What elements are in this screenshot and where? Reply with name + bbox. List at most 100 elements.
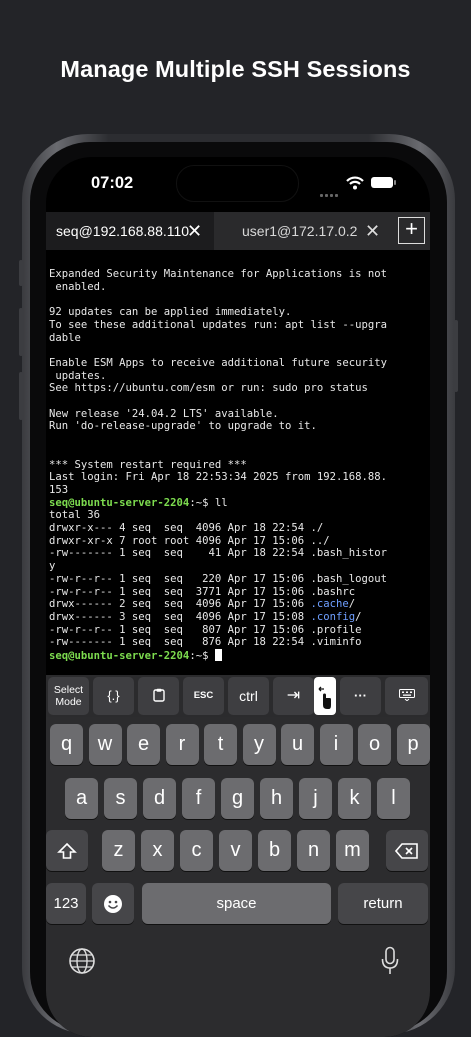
volume-down-button bbox=[19, 372, 23, 420]
key-a[interactable]: a bbox=[65, 778, 98, 819]
software-keyboard: q w e r t y u i o p a s d f g h j k l z x c v b n m 123 space return bbox=[46, 717, 430, 1037]
listing-row: -rw-r--r-- 1 seq seq 220 Apr 17 15:06 .b… bbox=[49, 573, 387, 585]
key-l[interactable]: l bbox=[377, 778, 410, 819]
session-tab-bar: seq@192.168.88.110 ✕ user1@172.17.0.2 ✕ bbox=[46, 212, 430, 250]
numbers-key[interactable]: 123 bbox=[46, 883, 86, 924]
key-n[interactable]: n bbox=[297, 830, 330, 871]
key-c[interactable]: c bbox=[180, 830, 213, 871]
signal-icon bbox=[320, 184, 340, 202]
file-meta: -rw-r--r-- 1 seq seq 220 Apr 17 15:06 bbox=[49, 572, 311, 585]
listing-row: drwx------ 3 seq seq 4096 Apr 17 15:08 .… bbox=[49, 610, 362, 623]
file-name: ./ bbox=[310, 522, 324, 535]
select-mode-button[interactable]: Select Mode bbox=[48, 677, 89, 715]
key-b[interactable]: b bbox=[258, 830, 291, 871]
key-u[interactable]: u bbox=[281, 724, 314, 765]
backspace-key[interactable] bbox=[386, 830, 428, 871]
key-f[interactable]: f bbox=[182, 778, 215, 819]
battery-icon bbox=[371, 177, 396, 188]
directory-listing: drwxr-x--- 4 seq seq 4096 Apr 18 22:54 .… bbox=[49, 522, 387, 648]
ctrl-key[interactable]: ctrl bbox=[228, 677, 269, 715]
tab-label: user1@172.17.0.2 bbox=[242, 223, 358, 239]
key-r[interactable]: r bbox=[165, 724, 199, 765]
file-meta: -rw-r--r-- 1 seq seq 807 Apr 17 15:06 bbox=[49, 623, 311, 636]
terminal-cursor bbox=[214, 649, 222, 662]
listing-total: total 36 bbox=[49, 509, 101, 522]
file-meta: -rw------- 1 seq seq 876 Apr 18 22:54 bbox=[49, 636, 311, 649]
shell-prompt: seq@ubuntu-server-2204 bbox=[49, 496, 190, 509]
wifi-icon bbox=[346, 176, 364, 190]
emoji-key[interactable] bbox=[92, 883, 134, 924]
key-k[interactable]: k bbox=[338, 778, 371, 819]
volume-up-button bbox=[19, 308, 23, 356]
dynamic-island bbox=[176, 165, 299, 202]
key-h[interactable]: h bbox=[260, 778, 293, 819]
shift-key[interactable] bbox=[46, 830, 88, 871]
file-name: .profile bbox=[310, 623, 362, 636]
mute-switch bbox=[19, 260, 23, 286]
clipboard-icon bbox=[152, 688, 165, 702]
more-keys-button[interactable]: ··· bbox=[340, 677, 381, 715]
terminal-output[interactable]: Expanded Security Maintenance for Applic… bbox=[49, 268, 427, 663]
key-e[interactable]: e bbox=[127, 724, 160, 765]
key-t[interactable]: t bbox=[204, 724, 237, 765]
key-v[interactable]: v bbox=[219, 830, 252, 871]
file-name: .bashrc bbox=[310, 585, 356, 598]
tab-label: seq@192.168.88.110 bbox=[56, 223, 190, 239]
shift-icon bbox=[57, 842, 77, 859]
space-bar[interactable]: space bbox=[142, 883, 331, 924]
directory-name: .cache bbox=[310, 598, 349, 611]
backspace-icon bbox=[394, 842, 418, 859]
file-meta: -rw------- 1 seq seq 41 Apr 18 22:54 bbox=[49, 547, 311, 560]
status-bar: 07:02 bbox=[46, 157, 430, 212]
new-tab-button[interactable]: + bbox=[398, 217, 425, 244]
emoji-icon bbox=[104, 894, 122, 913]
key-y[interactable]: y bbox=[242, 724, 276, 765]
globe-icon[interactable] bbox=[68, 947, 96, 975]
key-i[interactable]: i bbox=[319, 724, 353, 765]
arrow-touch-pad[interactable] bbox=[314, 677, 336, 715]
prompt-suffix: :~$ bbox=[189, 650, 215, 663]
keyboard-icon bbox=[398, 689, 415, 702]
typed-command: ll bbox=[214, 496, 228, 509]
listing-row: drwxr-x--- 4 seq seq 4096 Apr 18 22:54 .… bbox=[49, 522, 323, 534]
status-time: 07:02 bbox=[91, 174, 134, 192]
prompt-suffix: :~$ bbox=[189, 496, 215, 509]
terminal-motd: Expanded Security Maintenance for Applic… bbox=[49, 268, 388, 496]
file-meta: drwxr-xr-x 7 root root 4096 Apr 17 15:06 bbox=[49, 534, 311, 547]
directory-name: .config bbox=[310, 610, 356, 623]
touch-hand-icon bbox=[318, 686, 331, 709]
tab-session-2[interactable]: user1@172.17.0.2 ✕ bbox=[214, 212, 394, 250]
close-tab-icon[interactable]: ✕ bbox=[187, 212, 202, 250]
listing-row: drwxr-xr-x 7 root root 4096 Apr 17 15:06… bbox=[49, 535, 330, 547]
key-z[interactable]: z bbox=[102, 830, 135, 871]
listing-row: drwx------ 2 seq seq 4096 Apr 17 15:06 .… bbox=[49, 598, 356, 611]
return-key[interactable]: return bbox=[338, 883, 428, 924]
tab-session-1[interactable]: seq@192.168.88.110 ✕ bbox=[46, 212, 214, 250]
phone-screen: 07:02 seq@192.168.88.110 ✕ user1@172.17.… bbox=[46, 157, 430, 1037]
key-j[interactable]: j bbox=[299, 778, 332, 819]
key-o[interactable]: o bbox=[358, 724, 391, 765]
key-g[interactable]: g bbox=[221, 778, 254, 819]
escape-key[interactable]: ESC bbox=[183, 677, 224, 715]
listing-row: -rw------- 1 seq seq 41 Apr 18 22:54 .ba… bbox=[49, 547, 387, 572]
file-name: .viminfo bbox=[310, 636, 362, 649]
file-meta: drwx------ 3 seq seq 4096 Apr 17 15:08 bbox=[49, 610, 311, 623]
key-p[interactable]: p bbox=[396, 724, 430, 765]
tab-key-icon[interactable]: ⇥ bbox=[273, 677, 314, 715]
key-m[interactable]: m bbox=[336, 830, 369, 871]
key-s[interactable]: s bbox=[104, 778, 137, 819]
hide-keyboard-button[interactable] bbox=[385, 677, 428, 715]
key-q[interactable]: q bbox=[50, 724, 83, 765]
listing-row: -rw-r--r-- 1 seq seq 3771 Apr 17 15:06 .… bbox=[49, 586, 355, 598]
close-tab-icon[interactable]: ✕ bbox=[365, 212, 380, 250]
snippets-button[interactable]: {.} bbox=[93, 677, 134, 715]
clipboard-button[interactable] bbox=[138, 677, 179, 715]
headline: Manage Multiple SSH Sessions bbox=[60, 56, 411, 82]
key-d[interactable]: d bbox=[143, 778, 176, 819]
file-name: ../ bbox=[310, 534, 330, 547]
file-meta: drwxr-x--- 4 seq seq 4096 Apr 18 22:54 bbox=[49, 522, 311, 535]
file-name: .bash_logout bbox=[310, 572, 388, 585]
key-w[interactable]: w bbox=[88, 724, 122, 765]
key-x[interactable]: x bbox=[141, 830, 174, 871]
microphone-icon[interactable] bbox=[380, 946, 400, 976]
